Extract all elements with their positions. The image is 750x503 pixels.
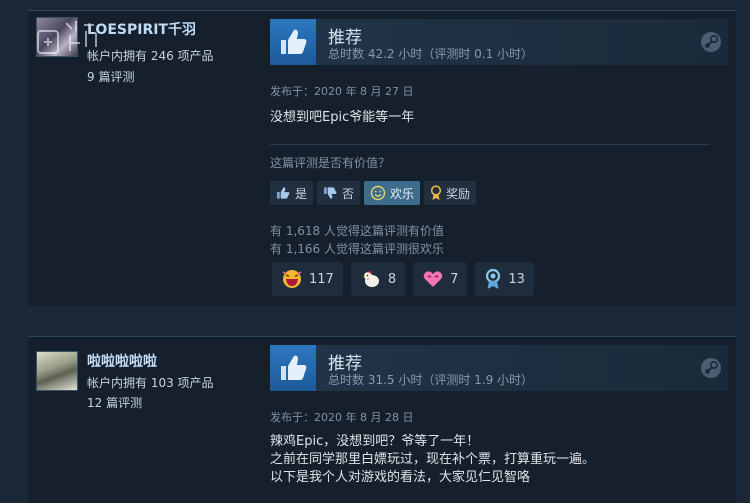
thumbs-up-icon bbox=[276, 187, 290, 199]
helpful-tally: 有 1,618 人觉得这篇评测有价值 bbox=[270, 224, 444, 238]
award-item[interactable]: 117 bbox=[272, 262, 343, 296]
thumbs-down-icon bbox=[323, 187, 337, 199]
yes-button[interactable]: 是 bbox=[270, 181, 314, 205]
award-button[interactable]: 奖励 bbox=[424, 181, 477, 205]
author-products-owned[interactable]: 帐户内拥有 103 项产品 bbox=[87, 374, 214, 391]
thumbs-up-icon bbox=[270, 345, 316, 391]
award-ribbon-icon bbox=[430, 185, 442, 200]
funny-label: 欢乐 bbox=[390, 186, 415, 201]
steam-icon bbox=[701, 32, 721, 52]
author-name[interactable]: LOESPIRIT千羽 bbox=[87, 19, 196, 39]
rating-buttons: 是 否 欢乐 奖励 bbox=[270, 181, 477, 205]
review-verdict-header[interactable]: 推荐 总时数 31.5 小时（评测时 1.9 小时） bbox=[270, 345, 728, 391]
avatar[interactable] bbox=[36, 351, 78, 391]
award-count: 8 bbox=[387, 271, 397, 287]
award-item[interactable]: 7 bbox=[413, 262, 468, 296]
award-count: 13 bbox=[508, 271, 525, 287]
author-products-owned[interactable]: 帐户内拥有 246 项产品 bbox=[87, 47, 214, 64]
chicken-icon bbox=[362, 270, 379, 287]
funny-tally: 有 1,166 人觉得这篇评测很欢乐 bbox=[270, 242, 444, 256]
review-body-line: 没想到吧Epic爷能等一年 bbox=[270, 110, 415, 125]
author-review-count[interactable]: 9 篇评测 bbox=[87, 68, 134, 85]
heart-eyes-icon bbox=[423, 271, 443, 287]
award-item[interactable]: 8 bbox=[350, 262, 406, 296]
awards-row: 117 8 7 13 bbox=[272, 262, 534, 296]
no-button[interactable]: 否 bbox=[317, 181, 361, 205]
funny-button[interactable]: 欢乐 bbox=[364, 181, 421, 205]
thumbs-up-icon bbox=[270, 19, 316, 65]
playtime: 总时数 31.5 小时（评测时 1.9 小时） bbox=[328, 373, 534, 387]
review-body-line: 辣鸡Epic，没想到吧？爷等了一年！ bbox=[270, 434, 480, 449]
divider bbox=[270, 144, 710, 145]
review-verdict-header[interactable]: 推荐 总时数 42.2 小时（评测时 0.1 小时） bbox=[270, 19, 728, 65]
steam-icon bbox=[701, 358, 721, 378]
playtime: 总时数 42.2 小时（评测时 0.1 小时） bbox=[328, 47, 534, 61]
helpful-question: 这篇评测是否有价值？ bbox=[270, 156, 391, 170]
review-body: 辣鸡Epic，没想到吧？爷等了一年！ 之前在同学那里白嫖玩过，现在补个票，打算重… bbox=[270, 433, 595, 487]
review-card: 啦啦啦啦啦 帐户内拥有 103 项产品 12 篇评测 推荐 总时数 31.5 小… bbox=[28, 336, 736, 503]
award-count: 7 bbox=[450, 271, 459, 287]
posted-date: 发布于：2020 年 8 月 28 日 bbox=[270, 411, 414, 424]
award-label: 奖励 bbox=[446, 186, 471, 201]
author-name[interactable]: 啦啦啦啦啦 bbox=[87, 351, 157, 371]
smiley-icon bbox=[370, 185, 386, 201]
review-body-line: 以下是我个人对游戏的看法，大家见仁见智咯 bbox=[270, 470, 531, 485]
laughing-face-icon bbox=[282, 270, 302, 288]
no-label: 否 bbox=[342, 186, 355, 201]
review-body-line: 之前在同学那里白嫖玩过，现在补个票，打算重玩一遍。 bbox=[270, 452, 596, 467]
review-card: LOESPIRIT千羽 帐户内拥有 246 项产品 9 篇评测 推荐 总时数 4… bbox=[28, 10, 736, 306]
yes-label: 是 bbox=[295, 186, 308, 201]
ribbon-medal-icon bbox=[486, 268, 501, 289]
review-body: 没想到吧Epic爷能等一年 bbox=[270, 109, 414, 127]
author-review-count[interactable]: 12 篇评测 bbox=[87, 394, 142, 411]
posted-date: 发布于：2020 年 8 月 27 日 bbox=[270, 85, 414, 98]
award-item[interactable]: 13 bbox=[475, 262, 534, 296]
award-count: 117 bbox=[309, 271, 334, 287]
